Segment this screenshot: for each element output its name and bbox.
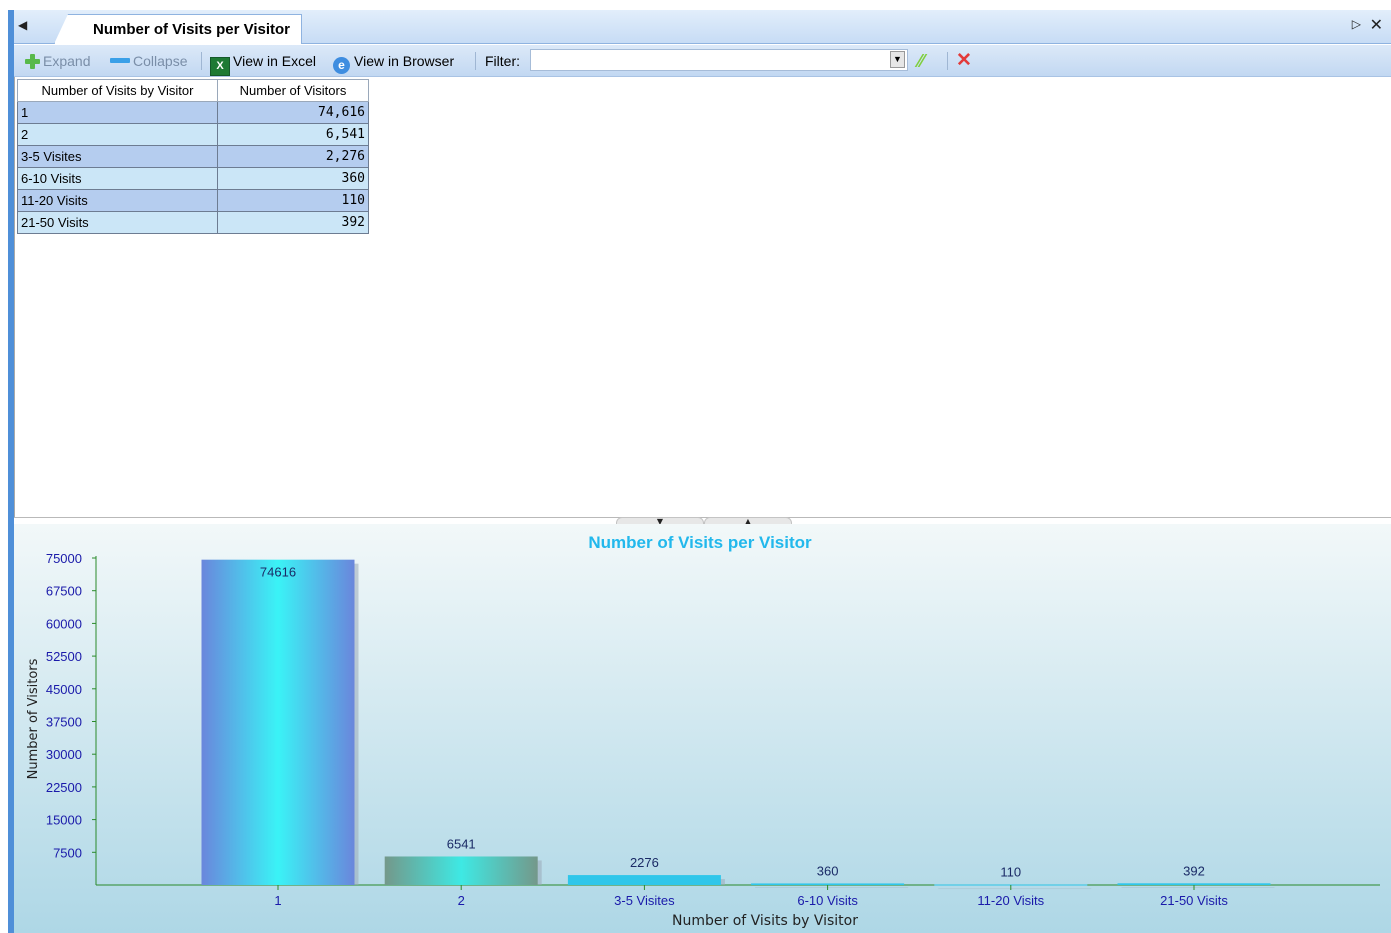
data-label: 110 (1000, 865, 1021, 880)
chart-pane: Number of Visits per Visitor Number of V… (14, 524, 1391, 933)
cell-visits-label: 11-20 Visits (17, 189, 218, 212)
plus-icon (24, 53, 40, 69)
y-tick-label: 15000 (46, 813, 82, 828)
toolbar-separator (475, 52, 476, 70)
cell-visitors-value: 360 (217, 167, 369, 190)
expand-label: Expand (43, 53, 91, 69)
column-header-visitors[interactable]: Number of Visitors (217, 79, 369, 102)
y-tick-label: 45000 (46, 682, 82, 697)
report-window: ◀ Number of Visits per Visitor ▷ ✕ Expan… (0, 0, 1391, 933)
table-row[interactable]: 3-5 Visites 2,276 (17, 145, 369, 168)
bar-6-10-visits[interactable] (751, 883, 905, 885)
browser-icon: e (333, 57, 350, 74)
bar-21-50-visits[interactable] (1117, 883, 1271, 885)
table-row[interactable]: 2 6,541 (17, 123, 369, 146)
cell-visits-label: 1 (17, 101, 218, 124)
bar-shadow (1121, 887, 1275, 888)
window-top-band (0, 0, 1391, 10)
y-tick-label: 67500 (46, 584, 82, 599)
bar-shadow (755, 887, 909, 888)
bar-chart: Number of Visits per Visitor Number of V… (26, 533, 1380, 929)
bar-2[interactable] (384, 856, 538, 885)
clear-filter-icon[interactable]: ✕ (956, 51, 972, 71)
x-tick-label: 21-50 Visits (1160, 893, 1228, 908)
data-grid-pane: Number of Visits by Visitor Number of Vi… (14, 77, 1391, 517)
toolbar-separator (201, 52, 202, 70)
expand-button[interactable]: Expand (24, 52, 90, 70)
filter-dropdown-icon[interactable]: ▼ (890, 51, 905, 68)
toolbar-separator (947, 52, 948, 70)
cell-visitors-value: 392 (217, 211, 369, 234)
x-tick-label: 6-10 Visits (797, 893, 858, 908)
cell-visits-label: 21-50 Visits (17, 211, 218, 234)
y-tick-label: 52500 (46, 649, 82, 664)
bar-shadow (938, 888, 1092, 890)
x-axis-label: Number of Visits by Visitor (672, 913, 858, 929)
y-tick-label: 7500 (53, 845, 82, 860)
y-tick-label: 30000 (46, 747, 82, 762)
view-in-excel-button[interactable]: X View in Excel (210, 52, 317, 76)
tab-number-of-visits-per-visitor[interactable]: Number of Visits per Visitor (54, 14, 302, 44)
data-label: 392 (1183, 863, 1205, 878)
y-tick-label: 75000 (46, 551, 82, 566)
view-in-excel-label: View in Excel (233, 53, 317, 69)
plot-area: 7500 15000 22500 30000 37500 45000 52500 60000 6… (46, 551, 1380, 908)
scroll-left-icon[interactable]: ◀ (18, 18, 27, 32)
x-tick-label: 2 (458, 893, 465, 908)
filter-label: Filter: (485, 53, 520, 69)
collapse-button[interactable]: Collapse (110, 52, 187, 70)
data-label: 74616 (260, 565, 296, 580)
data-label: 2276 (630, 855, 659, 870)
excel-icon: X (210, 57, 230, 76)
data-grid: Number of Visits by Visitor Number of Vi… (17, 79, 369, 234)
x-tick-label: 3-5 Visites (614, 893, 675, 908)
minus-icon (110, 58, 130, 63)
table-row[interactable]: 21-50 Visits 392 (17, 211, 369, 234)
bar-1[interactable] (201, 559, 355, 885)
y-tick-label: 60000 (46, 616, 82, 631)
table-row[interactable]: 1 74,616 (17, 101, 369, 124)
bar-3-5-visites[interactable] (567, 875, 721, 885)
cell-visitors-value: 74,616 (217, 101, 369, 124)
filter-input[interactable] (530, 49, 908, 71)
chart-title: Number of Visits per Visitor (588, 533, 812, 552)
collapse-label: Collapse (133, 53, 188, 69)
close-icon[interactable]: ✕ (1370, 15, 1383, 34)
apply-filter-icon[interactable]: ⁄⁄ (918, 52, 924, 70)
table-row[interactable]: 11-20 Visits 110 (17, 189, 369, 212)
y-tick-label: 22500 (46, 780, 82, 795)
cell-visitors-value: 6,541 (217, 123, 369, 146)
x-tick-label: 1 (274, 893, 281, 908)
scroll-right-icon[interactable]: ▷ (1352, 17, 1361, 31)
table-row[interactable]: 6-10 Visits 360 (17, 167, 369, 190)
tab-strip: ◀ Number of Visits per Visitor ▷ ✕ (14, 10, 1391, 44)
data-label: 360 (817, 863, 839, 878)
cell-visitors-value: 110 (217, 189, 369, 212)
cell-visitors-value: 2,276 (217, 145, 369, 168)
cell-visits-label: 2 (17, 123, 218, 146)
toolbar: Expand Collapse X View in Excel e View in … (14, 45, 1391, 77)
column-header-visits[interactable]: Number of Visits by Visitor (17, 79, 218, 102)
view-in-browser-label: View in Browser (354, 53, 455, 69)
data-label: 6541 (447, 836, 476, 851)
x-tick-label: 11-20 Visits (977, 893, 1044, 908)
cell-visits-label: 6-10 Visits (17, 167, 218, 190)
view-in-browser-button[interactable]: e View in Browser (333, 52, 455, 74)
y-axis-label: Number of Visitors (26, 658, 41, 779)
y-tick-label: 37500 (46, 715, 82, 730)
cell-visits-label: 3-5 Visites (17, 145, 218, 168)
